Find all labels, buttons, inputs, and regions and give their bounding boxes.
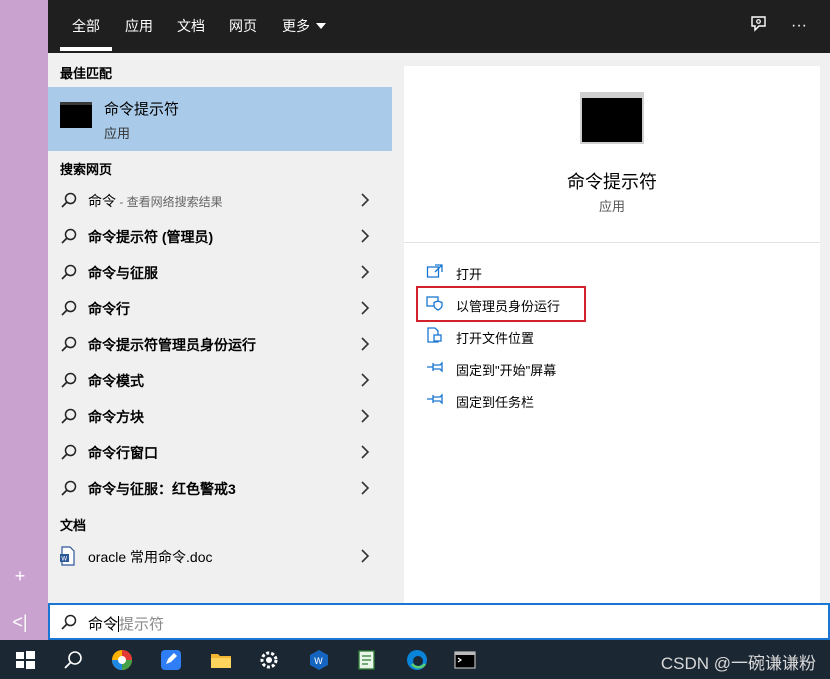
web-result-label: 命令行窗口 <box>88 445 158 461</box>
active-tab-indicator <box>60 47 112 51</box>
web-result-label: 命令模式 <box>88 373 144 389</box>
chevron-right-icon <box>361 445 370 459</box>
action-label: 打开 <box>456 267 483 282</box>
chevron-right-icon <box>361 409 370 423</box>
chevron-right-icon <box>361 265 370 279</box>
svg-text:W: W <box>314 657 323 667</box>
chevron-right-icon <box>361 229 370 243</box>
search-typed-text: 命令 <box>88 616 119 633</box>
tab-more[interactable]: 更多 <box>282 0 326 53</box>
search-suggestion: 提示符 <box>119 616 165 633</box>
watermark-text: CSDN @一碗谦谦粉 <box>660 654 816 673</box>
search-icon <box>61 192 77 208</box>
web-result-item[interactable]: 命令行窗口 <box>48 434 392 470</box>
notes-app-icon[interactable] <box>160 649 182 671</box>
web-result-item[interactable]: 命令与征服 <box>48 254 392 290</box>
web-result-item[interactable]: 命令与征服：红色警戒3 <box>48 470 392 506</box>
document-result-item[interactable]: W oracle 常用命令.doc <box>48 538 392 574</box>
search-icon <box>61 480 77 496</box>
chevron-right-icon <box>361 481 370 495</box>
settings-gear-icon[interactable] <box>258 649 280 671</box>
action-label: 固定到"开始"屏幕 <box>456 363 557 378</box>
search-icon <box>61 264 77 280</box>
search-icon <box>61 336 77 352</box>
chevron-right-icon <box>361 337 370 351</box>
pin-icon <box>427 361 443 373</box>
chevron-right-icon <box>361 301 370 315</box>
best-match-title: 命令提示符 <box>104 101 180 118</box>
search-icon[interactable] <box>62 649 84 671</box>
section-search-web: 搜索网页 <box>60 162 113 177</box>
web-result-text: 命令 <box>88 193 116 209</box>
search-box[interactable]: 命令提示符 <box>48 603 830 640</box>
web-result-item[interactable]: 命令行 <box>48 290 392 326</box>
pin-icon <box>427 393 443 405</box>
best-match-subtitle: 应用 <box>104 126 131 141</box>
action-label: 以管理员身份运行 <box>456 299 561 314</box>
web-result-item[interactable]: 命令方块 <box>48 398 392 434</box>
web-result-item[interactable]: 命令提示符 (管理员) <box>48 218 392 254</box>
collapse-icon[interactable]: <| <box>10 612 30 632</box>
preview-pane: 命令提示符 应用 打开 以管理员身份运行 打开文件位置 固定到"开始"屏幕 固定… <box>404 66 820 603</box>
search-icon <box>61 408 77 424</box>
edge-browser-icon[interactable] <box>406 649 428 671</box>
web-result-item[interactable]: 命令提示符管理员身份运行 <box>48 326 392 362</box>
section-documents: 文档 <box>60 518 87 533</box>
web-result-label: 命令提示符 (管理员) <box>88 229 214 245</box>
preview-title: 命令提示符 <box>567 172 657 192</box>
best-match-item[interactable]: 命令提示符 应用 <box>48 87 392 151</box>
desktop-left-strip: + <| <box>0 0 48 640</box>
search-input[interactable]: 命令提示符 <box>88 613 164 634</box>
windows-start-icon[interactable] <box>14 649 36 671</box>
ide-app-icon[interactable]: W <box>308 649 330 671</box>
chevron-right-icon <box>361 193 370 207</box>
web-result-label: 命令提示符管理员身份运行 <box>88 337 256 353</box>
search-icon <box>61 444 77 460</box>
web-result-item[interactable]: 命令模式 <box>48 362 392 398</box>
web-result-label: 命令与征服 <box>88 265 158 281</box>
run-as-admin-icon <box>426 296 443 311</box>
preview-divider <box>404 242 820 243</box>
command-prompt-taskbar-icon[interactable] <box>454 649 476 671</box>
web-result-label: 命令行 <box>88 301 130 317</box>
web-result-label: 命令 - 查看网络搜索结果 <box>88 191 223 211</box>
action-label: 固定到任务栏 <box>456 395 535 410</box>
chevron-right-icon <box>361 373 370 387</box>
notepad-app-icon[interactable] <box>356 649 378 671</box>
chevron-right-icon <box>361 549 370 563</box>
results-list: 最佳匹配 命令提示符 应用 搜索网页 命令 - 查看网络搜索结果 命令提示符 (… <box>48 53 392 603</box>
search-icon <box>61 300 77 316</box>
document-result-label: oracle 常用命令.doc <box>88 549 213 565</box>
chevron-down-icon <box>316 23 326 29</box>
preview-subtitle: 应用 <box>598 199 625 214</box>
feedback-icon[interactable] <box>747 14 771 38</box>
taskbar: W CSDN @一碗谦谦粉 <box>0 640 830 679</box>
search-icon <box>61 228 77 244</box>
section-best-match: 最佳匹配 <box>60 66 113 81</box>
search-tabs-bar: 全部 应用 文档 网页 更多 ··· <box>48 0 830 53</box>
word-document-icon: W <box>60 546 75 566</box>
tab-apps[interactable]: 应用 <box>125 0 153 53</box>
file-explorer-icon[interactable] <box>210 649 232 671</box>
open-icon <box>426 264 443 278</box>
web-result-label: 命令方块 <box>88 409 144 425</box>
add-icon[interactable]: + <box>10 566 30 586</box>
command-prompt-icon <box>60 102 92 128</box>
svg-text:W: W <box>61 556 67 563</box>
more-options-icon[interactable]: ··· <box>787 14 811 38</box>
web-result-hint: - 查看网络搜索结果 <box>116 195 223 209</box>
browser-icon[interactable] <box>111 649 133 671</box>
tab-all[interactable]: 全部 <box>72 0 100 53</box>
tab-web[interactable]: 网页 <box>229 0 257 53</box>
tab-more-label: 更多 <box>282 18 310 34</box>
action-label: 打开文件位置 <box>456 331 535 346</box>
search-icon <box>61 372 77 388</box>
file-location-icon <box>427 327 442 343</box>
web-result-label: 命令与征服：红色警戒3 <box>88 481 236 497</box>
web-result-item[interactable]: 命令 - 查看网络搜索结果 <box>48 182 392 218</box>
command-prompt-icon <box>580 92 644 144</box>
tab-documents[interactable]: 文档 <box>177 0 205 53</box>
search-icon <box>61 614 77 630</box>
search-panel: 全部 应用 文档 网页 更多 ··· 最佳匹配 命令提示符 应用 搜索网页 命令… <box>48 0 830 640</box>
